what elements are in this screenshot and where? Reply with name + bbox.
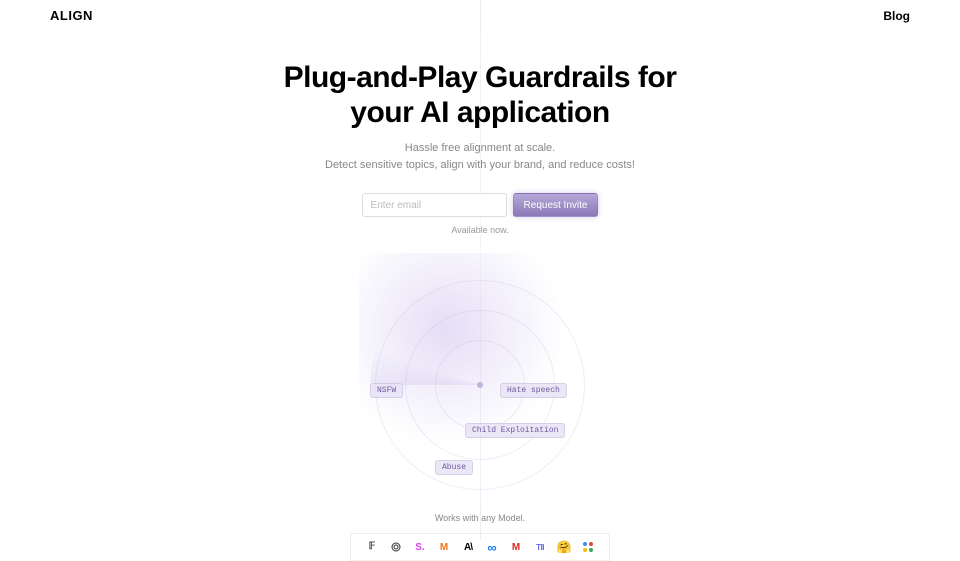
openai-icon xyxy=(389,540,403,554)
anthropic-icon: A\ xyxy=(461,540,475,554)
meta-icon: ∞ xyxy=(485,540,499,554)
stability-icon: S. xyxy=(413,540,427,554)
email-input[interactable] xyxy=(362,193,507,217)
hero-headline: Plug-and-Play Guardrails for your AI app… xyxy=(0,61,960,130)
nav-blog-link[interactable]: Blog xyxy=(883,9,910,23)
sub-line-2: Detect sensitive topics, align with your… xyxy=(0,157,960,174)
tag-nsfw: NSFW xyxy=(370,383,403,398)
hero-subtext: Hassle free alignment at scale. Detect s… xyxy=(0,140,960,173)
tag-hate-speech: Hate speech xyxy=(500,383,567,398)
radar-center-dot xyxy=(477,382,483,388)
headline-line-2: your AI application xyxy=(350,96,609,129)
availability-text: Available now. xyxy=(0,225,960,235)
hero-section: Plug-and-Play Guardrails for your AI app… xyxy=(0,61,960,235)
tag-child-exploitation: Child Exploitation xyxy=(465,423,565,438)
headline-line-1: Plug-and-Play Guardrails for xyxy=(284,61,677,94)
google-icon xyxy=(581,540,595,554)
sub-line-1: Hassle free alignment at scale. xyxy=(0,140,960,157)
falcon-icon: 𝔽 xyxy=(365,540,379,554)
tii-icon: TII xyxy=(533,540,547,554)
request-invite-button[interactable]: Request Invite xyxy=(513,193,599,217)
huggingface-icon: 🤗 xyxy=(557,540,571,554)
mm-icon: M xyxy=(509,540,523,554)
logo: ALIGN xyxy=(50,8,93,23)
mistral-icon: M xyxy=(437,540,451,554)
radar-visualization: NSFW Hate speech Child Exploitation Abus… xyxy=(330,265,630,505)
email-capture-row: Request Invite xyxy=(0,193,960,217)
tag-abuse: Abuse xyxy=(435,460,473,475)
